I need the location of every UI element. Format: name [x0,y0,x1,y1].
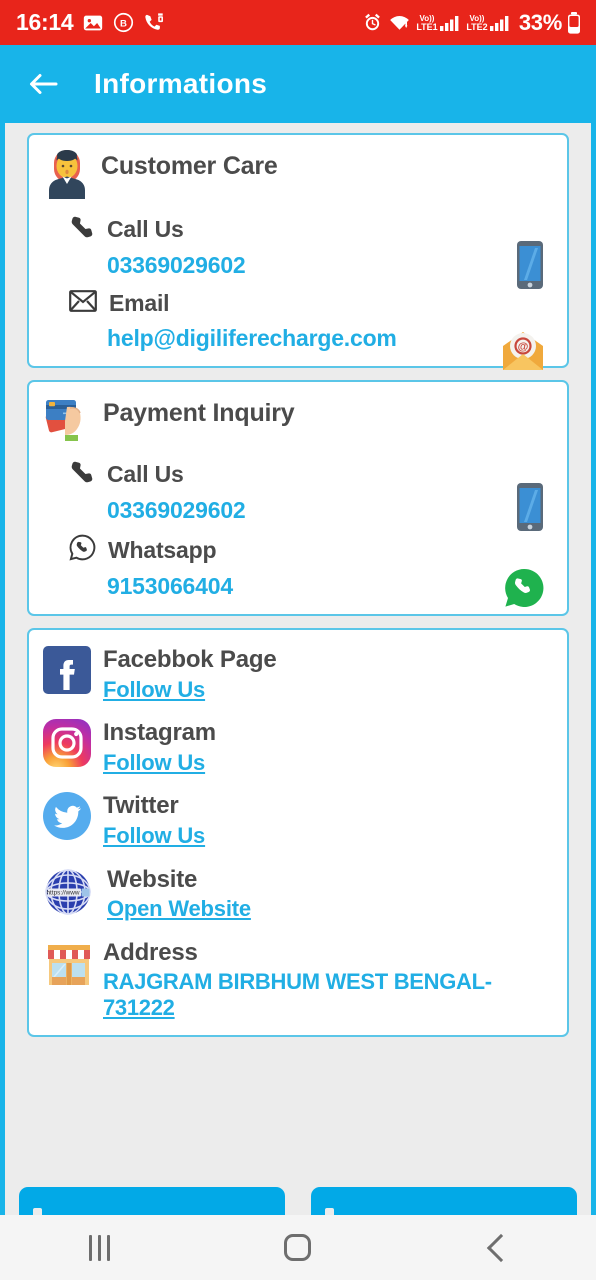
address-text: Address RAJGRAM BIRBHUM WEST BENGAL-7312… [103,939,553,1022]
customer-care-email-row: Email [43,289,553,318]
payment-whatsapp-label: Whatsapp [108,536,217,563]
address-zip[interactable]: 731222 [103,995,175,1020]
customer-care-email-label: Email [109,290,170,316]
facebook-follow-link[interactable]: Follow Us [103,676,276,705]
svg-text:B: B [120,18,127,29]
instagram-text: Instagram Follow Us [103,719,216,777]
payment-phone[interactable]: 03369029602 [43,497,553,524]
smartphone-icon [515,240,545,295]
back-icon[interactable] [457,1223,537,1273]
svg-text:@: @ [518,341,529,353]
volte2-signal-icon: Vo)) LTE2 [466,12,512,34]
payment-inquiry-header: Payment Inquiry [43,394,553,449]
twitter-text: Twitter Follow Us [103,792,205,850]
shop-icon [43,939,95,994]
page-title: Informations [94,68,268,99]
customer-care-call-label: Call Us [107,216,184,242]
address-item: Address RAJGRAM BIRBHUM WEST BENGAL-7312… [43,939,553,1022]
facebook-text: Facebbok Page Follow Us [103,646,277,705]
envelope-icon [69,289,97,318]
customer-agent-icon [43,147,91,204]
circled-b-icon: B [113,12,134,33]
payment-whatsapp-number[interactable]: 9153066404 [43,573,553,600]
customer-care-call-row: Call Us [43,214,553,245]
whatsapp-outline-icon [69,534,96,566]
twitter-icon [43,792,91,845]
phone-icon [69,459,95,490]
facebook-icon [43,646,91,699]
customer-care-phone[interactable]: 03369029602 [43,252,553,279]
customer-care-email[interactable]: help@digiliferecharge.com [43,325,553,352]
open-website-link[interactable]: Open Website [107,895,251,924]
address-label: Address [103,938,198,966]
payment-call-row: Call Us [43,459,553,490]
social-links-card: Facebbok Page Follow Us Instagram Follow… [27,628,569,1038]
credit-card-hand-icon [43,394,93,449]
battery-icon [566,11,582,35]
svg-text:https://www: https://www [46,889,79,896]
payment-call-label: Call Us [107,461,184,487]
svg-text:LTE1: LTE1 [416,22,437,32]
svg-text:LTE2: LTE2 [466,22,487,32]
bottom-button-strip [5,1187,591,1215]
clock-time: 16:14 [16,9,74,35]
status-bar: 16:14 B Vo)) LTE1 Vo)) LTE2 33% [0,0,596,45]
website-label: Website [107,865,198,893]
content-frame: Customer Care Call Us 03369029602 Email … [0,123,596,1215]
address-street: RAJGRAM BIRBHUM WEST BENGAL- [103,969,492,995]
instagram-label: Instagram [103,719,216,747]
customer-care-card: Customer Care Call Us 03369029602 Email … [27,133,569,370]
gallery-icon [82,12,104,34]
email-envelope-icon: @ [501,330,545,377]
alarm-icon [362,12,383,33]
address-value[interactable]: RAJGRAM BIRBHUM WEST BENGAL-731222 [103,969,553,1021]
twitter-label: Twitter [103,792,179,820]
website-text: Website Open Website [107,866,251,924]
globe-icon: https://www [43,866,95,923]
payment-whatsapp-row: Whatsapp [43,534,553,566]
customer-care-title: Customer Care [101,152,278,180]
status-bar-left: 16:14 B [16,11,165,34]
app-bar: Informations [0,45,596,123]
list-item[interactable]: Instagram Follow Us [43,719,553,777]
list-item[interactable]: Facebbok Page Follow Us [43,646,553,704]
list-item[interactable]: https://www Website Open Website [43,866,553,924]
right-action-button[interactable] [311,1187,577,1215]
app-root: 16:14 B Vo)) LTE1 Vo)) LTE2 33% Informat… [0,0,596,1280]
left-action-button[interactable] [19,1187,285,1215]
android-nav-bar [0,1215,596,1280]
instagram-icon [43,719,91,772]
volte1-signal-icon: Vo)) LTE1 [416,12,462,34]
home-icon[interactable] [258,1223,338,1273]
back-arrow-icon[interactable] [26,67,60,101]
payment-inquiry-title: Payment Inquiry [103,399,295,427]
wifi-icon [387,12,412,33]
recents-icon[interactable] [59,1223,139,1273]
battery-percent: 33% [518,9,562,35]
status-bar-right: Vo)) LTE1 Vo)) LTE2 33% [362,10,582,36]
twitter-follow-link[interactable]: Follow Us [103,822,205,851]
instagram-follow-link[interactable]: Follow Us [103,749,216,778]
whatsapp-color-icon [503,567,545,614]
customer-care-header: Customer Care [43,147,553,204]
scroll-area[interactable]: Customer Care Call Us 03369029602 Email … [5,123,591,1038]
list-item[interactable]: Twitter Follow Us [43,792,553,850]
payment-inquiry-card: Payment Inquiry Call Us 03369029602 What… [27,380,569,616]
smartphone-icon [515,482,545,537]
phone-icon [69,214,95,245]
facebook-label: Facebbok Page [103,646,277,673]
phone-forward-icon [143,12,165,34]
